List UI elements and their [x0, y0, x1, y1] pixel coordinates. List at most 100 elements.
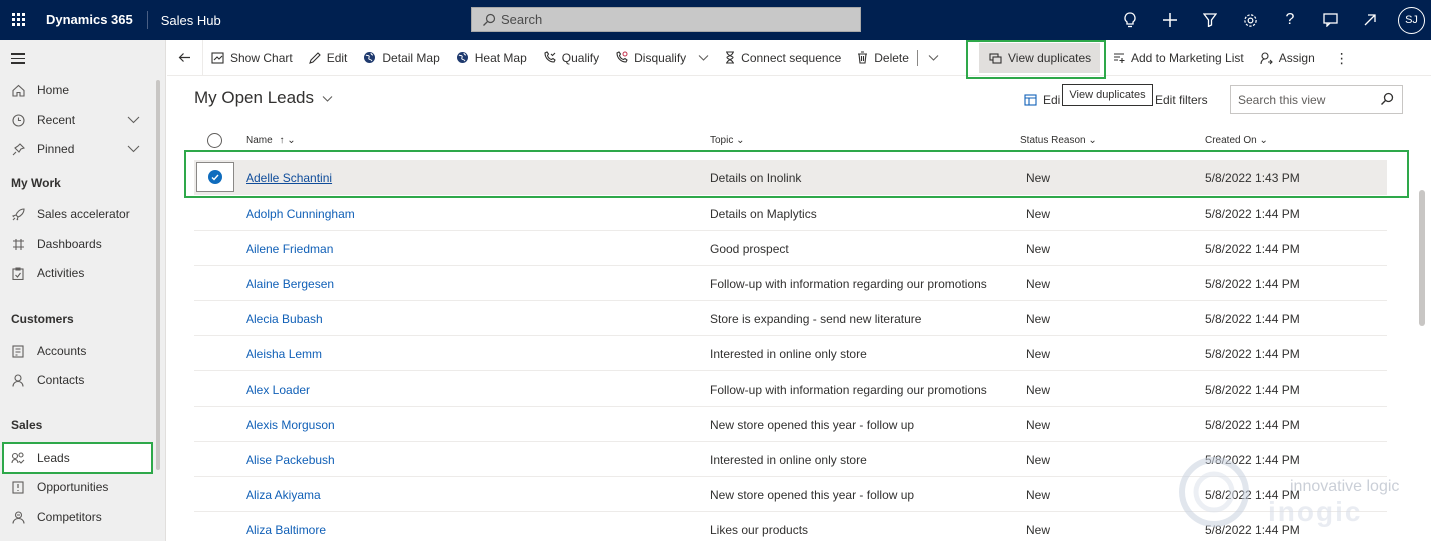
phone-x-icon [615, 51, 628, 64]
lead-status: New [1026, 488, 1051, 502]
lead-status: New [1026, 207, 1051, 221]
detail-map-button[interactable]: Detail Map [355, 40, 447, 76]
sort-ascending-icon: ↑ [279, 135, 285, 146]
sidebar-item-label: Leads [37, 451, 70, 465]
column-label: Topic [710, 135, 734, 146]
disqualify-button[interactable]: Disqualify [607, 40, 717, 76]
app-name[interactable]: Sales Hub [148, 13, 221, 28]
qualify-button[interactable]: Qualify [535, 40, 607, 76]
building-icon [10, 343, 26, 359]
chart-icon [211, 51, 224, 64]
help-icon[interactable]: ? [1270, 0, 1310, 40]
lead-name-link[interactable]: Aliza Akiyama [246, 488, 321, 502]
connect-sequence-button[interactable]: Connect sequence [717, 40, 849, 76]
plus-icon[interactable] [1150, 0, 1190, 40]
pencil-icon [308, 51, 321, 64]
back-button[interactable] [167, 39, 203, 76]
table-row[interactable]: Alaine Bergesen Follow-up with informati… [194, 266, 1387, 301]
table-row[interactable]: Alex Loader Follow-up with information r… [194, 372, 1387, 407]
chevron-down-icon[interactable] [127, 113, 140, 126]
lead-name-link[interactable]: Alise Packebush [246, 453, 335, 467]
sidebar-item-dashboards[interactable]: Dashboards [0, 230, 150, 258]
column-header-created[interactable]: Created On ⌄ [1205, 135, 1268, 146]
add-to-marketing-list-button[interactable]: Add to Marketing List [1113, 40, 1252, 76]
table-row[interactable]: Adolph Cunningham Details on Maplytics N… [194, 196, 1387, 231]
lead-name-link[interactable]: Alex Loader [246, 383, 310, 397]
selected-row-highlight [184, 150, 1409, 198]
brand-title[interactable]: Dynamics 365 [38, 11, 148, 29]
edit-button[interactable]: Edit [301, 40, 356, 76]
lead-name-link[interactable]: Alecia Bubash [246, 312, 323, 326]
lead-status: New [1026, 418, 1051, 432]
view-search-input[interactable]: Search this view [1230, 85, 1403, 114]
globe-icon [363, 51, 376, 64]
connect-sequence-label: Connect sequence [741, 50, 842, 65]
lead-created: 5/8/2022 1:44 PM [1205, 242, 1300, 256]
lead-name-link[interactable]: Aleisha Lemm [246, 347, 322, 361]
edit-label: Edit [326, 50, 348, 65]
sidebar-item-home[interactable]: Home [0, 76, 150, 104]
lead-status: New [1026, 523, 1051, 537]
show-chart-button[interactable]: Show Chart [203, 40, 301, 76]
view-duplicates-highlight [966, 40, 1106, 79]
sidebar-item-competitors[interactable]: Competitors [0, 503, 150, 531]
lightbulb-icon[interactable] [1110, 0, 1150, 40]
sidebar-item-leads[interactable]: Leads [0, 444, 150, 472]
sidebar-item-sales-accelerator[interactable]: Sales accelerator [0, 200, 150, 228]
feedback-icon[interactable] [1350, 0, 1390, 40]
lead-name-link[interactable]: Alaine Bergesen [246, 277, 334, 291]
lead-name-link[interactable]: Aliza Baltimore [246, 523, 326, 537]
table-row[interactable]: Ailene Friedman Good prospect New 5/8/20… [194, 231, 1387, 266]
lead-created: 5/8/2022 1:44 PM [1205, 277, 1300, 291]
select-all-checkbox[interactable] [207, 133, 222, 148]
chevron-down-icon[interactable] [928, 52, 939, 63]
chat-icon[interactable] [1310, 0, 1350, 40]
lead-status: New [1026, 242, 1051, 256]
sidebar-item-opportunities[interactable]: Opportunities [0, 473, 150, 501]
assign-button[interactable]: Assign [1252, 40, 1323, 76]
table-row[interactable]: Alecia Bubash Store is expanding - send … [194, 301, 1387, 336]
grid-scrollbar[interactable] [1419, 190, 1425, 326]
lead-name-link[interactable]: Alexis Morguson [246, 418, 335, 432]
sidebar-item-label: Dashboards [37, 237, 102, 251]
gear-icon[interactable] [1230, 0, 1270, 40]
watermark-logo: innovative logic inogic [1178, 450, 1418, 530]
heat-map-button[interactable]: Heat Map [448, 40, 535, 76]
search-icon[interactable] [1380, 92, 1394, 106]
sidebar-item-pinned[interactable]: Pinned [0, 135, 150, 163]
app-launcher-button[interactable] [0, 0, 38, 40]
filter-icon[interactable] [1190, 0, 1230, 40]
sidebar-item-recent[interactable]: Recent [0, 106, 150, 134]
view-search-placeholder: Search this view [1238, 92, 1326, 107]
table-row[interactable]: Alexis Morguson New store opened this ye… [194, 407, 1387, 442]
sidebar-item-contacts[interactable]: Contacts [0, 366, 150, 394]
top-icons: ? SJ [1110, 0, 1431, 40]
competitor-icon [10, 509, 26, 525]
view-selector[interactable]: My Open Leads [194, 88, 333, 108]
table-row[interactable]: Aleisha Lemm Interested in online only s… [194, 336, 1387, 371]
column-label: Created On [1205, 135, 1257, 146]
arrow-left-icon [178, 53, 190, 62]
edit-columns-button[interactable]: Edi [1024, 93, 1060, 107]
delete-button[interactable]: Delete [849, 40, 947, 76]
global-search-input[interactable]: Search [471, 7, 861, 32]
lead-name-link[interactable]: Adolph Cunningham [246, 207, 355, 221]
column-header-name[interactable]: Name ↑ ⌄ [246, 135, 296, 146]
hamburger-icon[interactable] [11, 53, 25, 67]
chevron-down-icon[interactable] [698, 52, 709, 63]
sidebar-scrollbar[interactable] [156, 80, 160, 470]
lead-created: 5/8/2022 1:44 PM [1205, 347, 1300, 361]
list-add-icon [1113, 52, 1125, 64]
sidebar-item-activities[interactable]: Activities [0, 259, 150, 287]
command-bar-right: Add to Marketing List Assign ⋮ [1113, 40, 1357, 76]
column-header-status[interactable]: Status Reason ⌄ [1020, 135, 1097, 146]
chevron-down-icon: ⌄ [287, 135, 296, 146]
person-icon [10, 372, 26, 388]
sidebar-item-accounts[interactable]: Accounts [0, 337, 150, 365]
avatar[interactable]: SJ [1398, 6, 1425, 34]
lead-name-link[interactable]: Ailene Friedman [246, 242, 333, 256]
column-header-topic[interactable]: Topic ⌄ [710, 135, 745, 146]
more-commands-icon[interactable]: ⋮ [1323, 40, 1357, 76]
edit-filters-button[interactable]: Edit filters [1155, 93, 1208, 107]
chevron-down-icon[interactable] [127, 142, 140, 155]
